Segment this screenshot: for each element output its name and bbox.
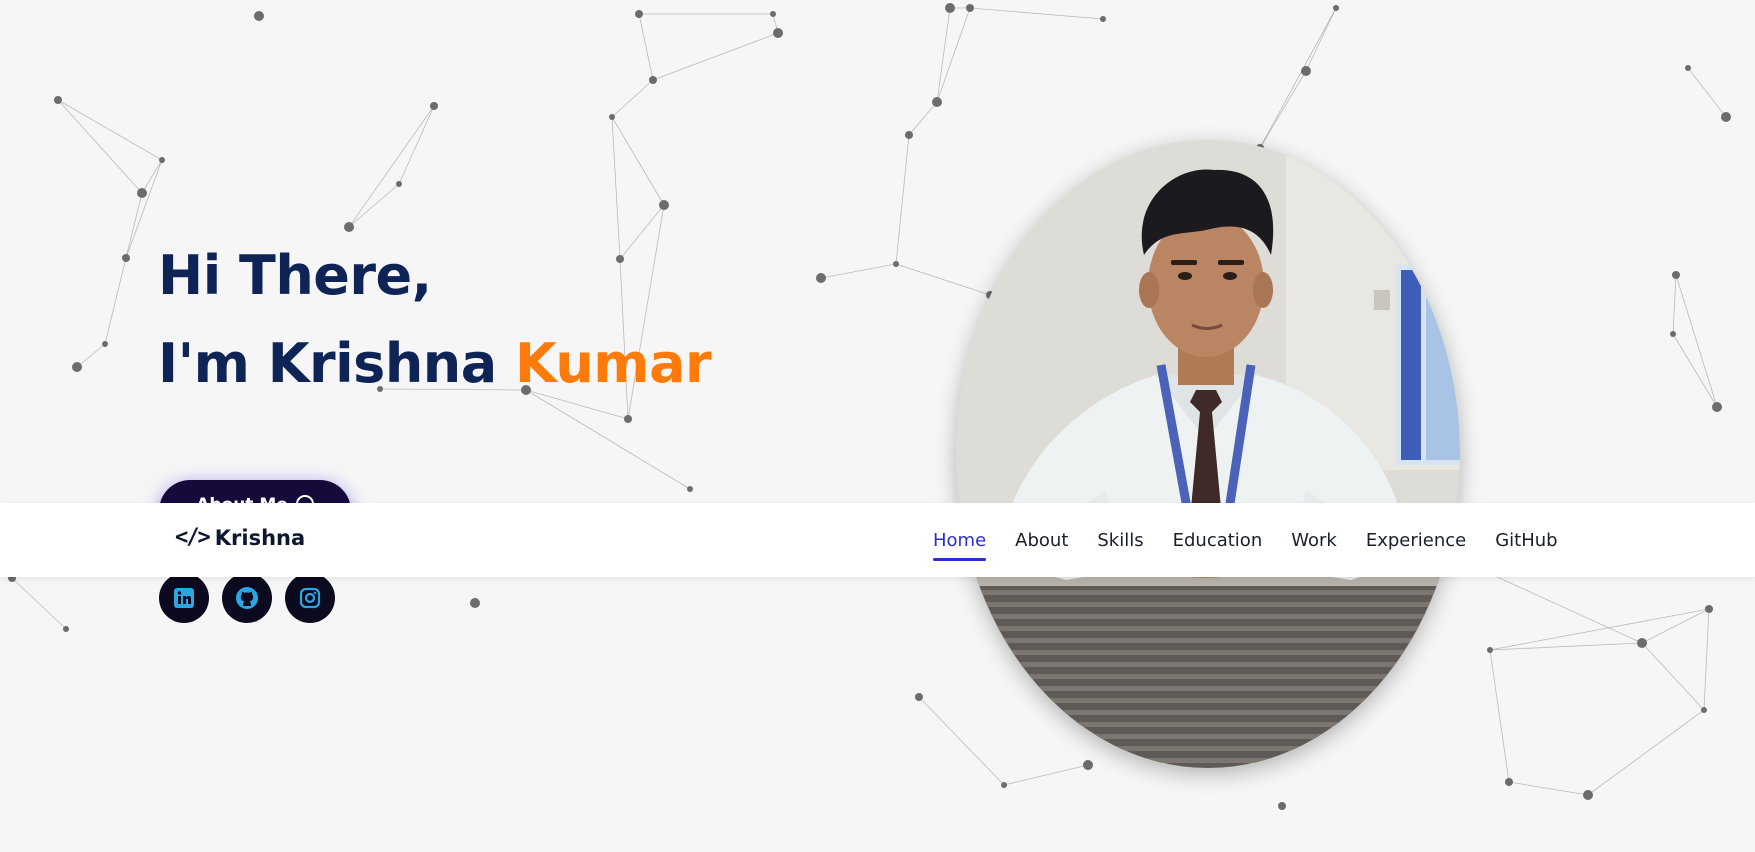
navbar: </> Krishna Home About Skills Education …	[0, 503, 1755, 577]
nav-link-education[interactable]: Education	[1173, 524, 1263, 557]
hero-intro: I'm Krishna Kumar	[158, 320, 712, 408]
hero-heading: Hi There, I'm Krishna Kumar	[158, 232, 712, 408]
instagram-icon	[299, 587, 321, 609]
instagram-link[interactable]	[285, 573, 335, 623]
hero-greeting: Hi There,	[158, 244, 432, 307]
brand-logo[interactable]: </> Krishna	[175, 525, 305, 550]
linkedin-link[interactable]	[159, 573, 209, 623]
brand-name: Krishna	[214, 525, 306, 550]
profile-photo	[956, 140, 1460, 768]
code-brackets-icon: </>	[175, 525, 211, 550]
hero-intro-prefix: I'm Krishna	[158, 332, 497, 395]
nav-link-experience[interactable]: Experience	[1366, 524, 1466, 557]
nav-link-home[interactable]: Home	[933, 524, 987, 561]
nav-links: Home About Skills Education Work Experie…	[933, 503, 1558, 577]
particle-network-background	[8, 3, 1731, 810]
portfolio-page: Hi There, I'm Krishna Kumar About Me	[0, 0, 1755, 852]
nav-link-work[interactable]: Work	[1291, 524, 1337, 557]
social-links	[159, 573, 335, 623]
linkedin-icon	[174, 588, 194, 608]
nav-link-about[interactable]: About	[1015, 524, 1068, 557]
github-link[interactable]	[222, 573, 272, 623]
hero-intro-accent: Kumar	[514, 332, 712, 395]
github-icon	[236, 587, 258, 609]
nav-link-github[interactable]: GitHub	[1495, 524, 1557, 557]
nav-link-skills[interactable]: Skills	[1097, 524, 1143, 557]
